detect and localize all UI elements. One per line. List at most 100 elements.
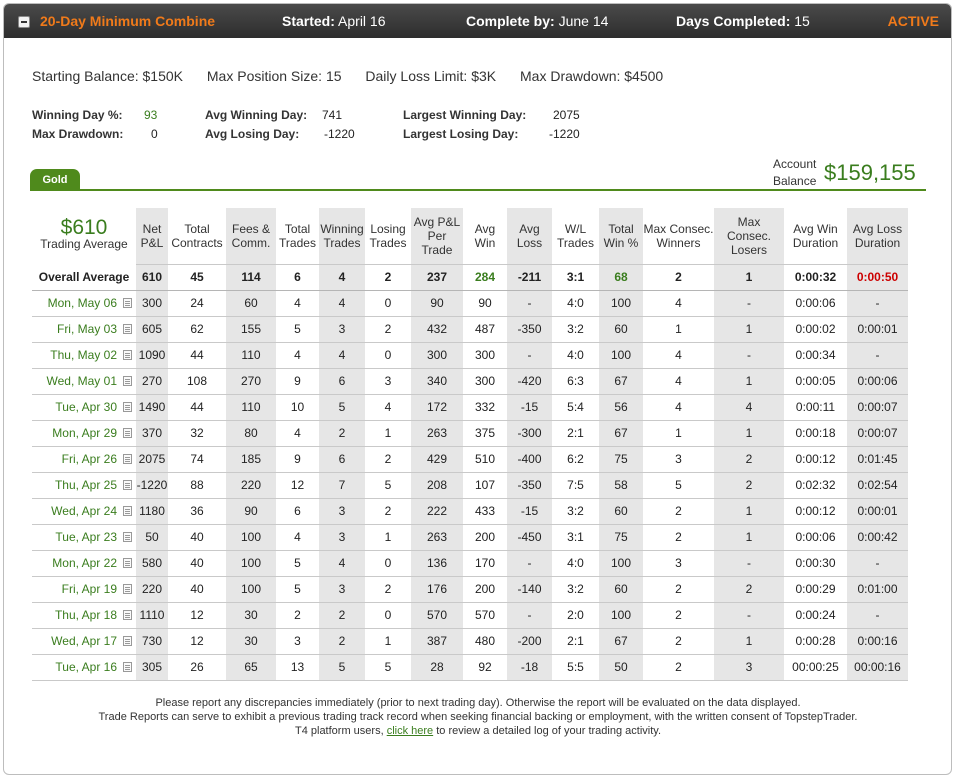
account-balance-value: $159,155	[824, 160, 916, 185]
table-row[interactable]: Thu, May 02 1090 44 110 4 4 0 300 300-4:0 100 4-0:…	[32, 342, 908, 369]
document-icon[interactable]	[123, 298, 132, 308]
document-icon[interactable]	[123, 558, 132, 568]
table-row[interactable]: Tue, Apr 16 305 26 65 13 5 5 28 92 -18 5:5 50 2 3 00:0…	[32, 654, 908, 681]
day-date-cell[interactable]: Wed, May 01	[32, 368, 136, 395]
table-row[interactable]: Thu, Apr 18 1110 12 30 2 2 0 570 570-2:0 100 2-0:0…	[32, 602, 908, 629]
day-date[interactable]: Wed, May 01	[47, 374, 117, 388]
day-date[interactable]: Mon, Apr 22	[52, 556, 117, 570]
day-date[interactable]: Fri, May 03	[57, 322, 117, 336]
cell-total-contracts: 32	[168, 420, 226, 447]
cell-avg-win-duration: 0:00:24	[784, 602, 847, 629]
document-icon[interactable]	[123, 402, 132, 412]
day-date-cell[interactable]: Tue, Apr 16	[32, 654, 136, 681]
day-date[interactable]: Fri, Apr 19	[62, 582, 117, 596]
day-date-cell[interactable]: Wed, Apr 24	[32, 498, 136, 525]
cell-avg-loss-duration: 0:01:00	[847, 576, 908, 603]
cell-avg-loss-duration: 0:00:07	[847, 420, 908, 447]
day-date-cell[interactable]: Tue, Apr 23	[32, 524, 136, 551]
cell-fees-comm: 110	[226, 394, 276, 421]
stat-winning-day-pct: Winning Day %: 93	[32, 108, 157, 122]
cell-total-trades: 13	[276, 654, 319, 681]
account-label-line2: Balance	[773, 174, 817, 188]
collapse-icon[interactable]	[18, 16, 30, 28]
click-here-link[interactable]: click here	[387, 725, 433, 737]
cell-winning-trades: 3	[319, 498, 365, 525]
day-date-cell[interactable]: Fri, Apr 19	[32, 576, 136, 603]
cell-max-consec-winners: 4	[643, 394, 714, 421]
cell-w-l-trades: 3:2	[552, 498, 599, 525]
day-date[interactable]: Thu, Apr 25	[55, 478, 117, 492]
cell-net-p-l: 2075	[136, 446, 168, 473]
table-row[interactable]: Wed, May 01 270 108 270 9 6 3 340 300 -420 6:3 67 4 1…	[32, 368, 908, 395]
document-icon[interactable]	[123, 636, 132, 646]
stat-avg-winning-day: Avg Winning Day: 741	[205, 108, 342, 122]
day-date[interactable]: Tue, Apr 30	[55, 400, 117, 414]
tab-gold[interactable]: Gold	[30, 169, 80, 191]
document-icon[interactable]	[123, 376, 132, 386]
cell-avg-win: 487	[463, 316, 507, 343]
day-date-cell[interactable]: Mon, Apr 29	[32, 420, 136, 447]
document-icon[interactable]	[123, 610, 132, 620]
cell-max-consec-losers: 2	[714, 472, 784, 499]
table-row[interactable]: Thu, Apr 25 -1220 88 220 12 7 5 208 107 -350 7:5 58…	[32, 472, 908, 499]
table-row[interactable]: Wed, Apr 17 730 12 30 3 2 1 387 480 -200 2:1 67 2 1 0:…	[32, 628, 908, 655]
table-row[interactable]: Fri, Apr 26 2075 74 185 9 6 2 429 510 -400 6:2 75 3 2…	[32, 446, 908, 473]
table-row[interactable]: Mon, Apr 22 580 40 100 5 4 0 136 170-4:0 100 3-0:0…	[32, 550, 908, 577]
day-date[interactable]: Thu, May 02	[50, 348, 117, 362]
day-date-cell[interactable]: Mon, Apr 22	[32, 550, 136, 577]
document-icon[interactable]	[123, 324, 132, 334]
stat-value: -1220	[324, 127, 355, 141]
cell-avg-loss: -450	[507, 524, 552, 551]
cell-losing-trades: 1	[365, 524, 411, 551]
cell-avg-loss: -400	[507, 446, 552, 473]
day-date[interactable]: Wed, Apr 24	[51, 504, 117, 518]
table-row[interactable]: Tue, Apr 30 1490 44 110 10 5 4 172 332 -15 5:4 56 4 4…	[32, 394, 908, 421]
cell-total-trades: 6	[276, 264, 319, 291]
day-date-cell[interactable]: Fri, May 03	[32, 316, 136, 343]
document-icon[interactable]	[123, 428, 132, 438]
day-date-cell[interactable]: Fri, Apr 26	[32, 446, 136, 473]
cell-avg-loss-duration: 0:00:01	[847, 316, 908, 343]
table-row[interactable]: Tue, Apr 23 50 40 100 4 3 1 263 200 -450 3:1 75 2 1 0:…	[32, 524, 908, 551]
status-badge: ACTIVE	[887, 13, 939, 29]
day-date[interactable]: Fri, Apr 26	[62, 452, 117, 466]
cell-total-trades: 4	[276, 420, 319, 447]
day-date-cell[interactable]: Tue, Apr 30	[32, 394, 136, 421]
day-date-cell[interactable]: Wed, Apr 17	[32, 628, 136, 655]
cell-avg-p-l-per-trade: 90	[411, 290, 463, 317]
document-icon[interactable]	[123, 454, 132, 464]
day-date[interactable]: Tue, Apr 23	[55, 530, 117, 544]
day-date-cell[interactable]: Mon, May 06	[32, 290, 136, 317]
cell-avg-p-l-per-trade: 263	[411, 524, 463, 551]
cell-avg-win: 300	[463, 368, 507, 395]
day-date-cell[interactable]: Thu, Apr 25	[32, 472, 136, 499]
cell-avg-win-duration: 0:00:12	[784, 446, 847, 473]
cell-max-consec-losers: -	[714, 290, 784, 317]
table-row[interactable]: Fri, Apr 19 220 40 100 5 3 2 176 200 -140 3:2 60 2 2 0…	[32, 576, 908, 603]
cell-max-consec-winners: 2	[643, 602, 714, 629]
cell-max-consec-winners: 2	[643, 576, 714, 603]
cell-total-win: 67	[599, 420, 643, 447]
day-date[interactable]: Tue, Apr 16	[55, 660, 117, 674]
document-icon[interactable]	[123, 480, 132, 490]
table-row[interactable]: Mon, May 06 300 24 60 4 4 0 90 90-4:0 100 4-0:00:0…	[32, 290, 908, 317]
document-icon[interactable]	[123, 584, 132, 594]
day-date-cell[interactable]: Thu, Apr 18	[32, 602, 136, 629]
cell-total-trades: 9	[276, 368, 319, 395]
table-row[interactable]: Mon, Apr 29 370 32 80 4 2 1 263 375 -300 2:1 67 1 1 0:…	[32, 420, 908, 447]
table-row[interactable]: Wed, Apr 24 1180 36 90 6 3 2 222 433 -15 3:2 60 2 1 0:…	[32, 498, 908, 525]
stat-label: Avg Winning Day:	[205, 108, 308, 122]
started-value: April 16	[338, 13, 386, 29]
day-date[interactable]: Thu, Apr 18	[55, 608, 117, 622]
day-date[interactable]: Mon, Apr 29	[52, 426, 117, 440]
day-date-cell[interactable]: Thu, May 02	[32, 342, 136, 369]
cell-winning-trades: 5	[319, 394, 365, 421]
day-date[interactable]: Mon, May 06	[48, 296, 117, 310]
cell-max-consec-losers: -	[714, 342, 784, 369]
document-icon[interactable]	[123, 532, 132, 542]
day-date[interactable]: Wed, Apr 17	[51, 634, 117, 648]
document-icon[interactable]	[123, 662, 132, 672]
document-icon[interactable]	[123, 506, 132, 516]
table-row[interactable]: Fri, May 03 605 62 155 5 3 2 432 487 -350 3:2 60 1 1 0…	[32, 316, 908, 343]
document-icon[interactable]	[123, 350, 132, 360]
